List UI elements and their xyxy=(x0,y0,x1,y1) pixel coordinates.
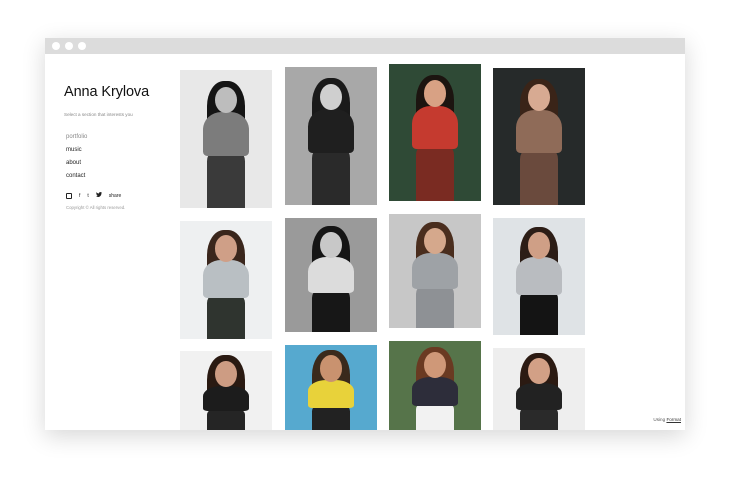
gallery-photo[interactable] xyxy=(493,348,585,430)
gallery-photo[interactable] xyxy=(493,218,585,335)
model-torso xyxy=(203,111,249,156)
model-face xyxy=(423,227,447,255)
gallery-photo[interactable] xyxy=(389,214,481,328)
main-nav: portfolio music about contact xyxy=(64,131,174,183)
window-dot-icon[interactable] xyxy=(65,42,73,50)
gallery-photo[interactable] xyxy=(389,64,481,201)
social-links: f t share xyxy=(66,192,174,199)
gallery-photo[interactable] xyxy=(180,351,272,430)
window-dot-icon[interactable] xyxy=(78,42,86,50)
model-legs xyxy=(311,406,351,430)
model-torso xyxy=(308,256,354,294)
browser-window: Anna Krylova Select a section that inter… xyxy=(45,38,685,430)
model-torso xyxy=(412,252,458,290)
window-dot-icon[interactable] xyxy=(52,42,60,50)
model-torso xyxy=(516,109,562,154)
model-torso xyxy=(203,260,249,299)
model-face xyxy=(319,231,343,259)
gallery-photo[interactable] xyxy=(285,67,377,205)
model-torso xyxy=(308,380,354,408)
model-legs xyxy=(519,150,559,205)
format-link[interactable]: Format xyxy=(666,417,681,422)
nav-item-about[interactable]: about xyxy=(66,157,174,170)
model-face xyxy=(527,232,551,259)
sidebar: Anna Krylova Select a section that inter… xyxy=(64,84,174,210)
model-face xyxy=(423,351,447,379)
copyright-text: Copyright © All rights reserved. xyxy=(66,205,126,210)
model-torso xyxy=(412,105,458,150)
gallery-photo[interactable] xyxy=(285,218,377,332)
model-legs xyxy=(415,403,455,430)
nav-item-portfolio[interactable]: portfolio xyxy=(66,131,174,144)
model-legs xyxy=(206,295,246,339)
model-torso xyxy=(516,383,562,410)
model-legs xyxy=(206,153,246,208)
model-legs xyxy=(519,408,559,430)
model-face xyxy=(214,86,238,114)
gallery-photo[interactable] xyxy=(180,221,272,339)
model-face xyxy=(319,83,343,111)
facebook-icon[interactable]: f xyxy=(79,193,80,199)
site-title[interactable]: Anna Krylova xyxy=(64,84,174,100)
tagline: Select a section that interests you xyxy=(64,112,133,117)
footer-credit: Using Format xyxy=(653,417,681,422)
model-torso xyxy=(412,376,458,406)
model-legs xyxy=(519,292,559,335)
share-link[interactable]: share xyxy=(109,193,122,199)
browser-title-bar xyxy=(45,38,685,54)
model-face xyxy=(527,84,551,111)
gallery-photo[interactable] xyxy=(180,70,272,208)
tumblr-icon[interactable]: t xyxy=(87,193,88,199)
nav-item-music[interactable]: music xyxy=(66,144,174,157)
model-legs xyxy=(206,409,246,430)
footer-using-label: Using xyxy=(653,417,666,422)
model-face xyxy=(214,235,238,262)
model-torso xyxy=(203,385,249,412)
model-legs xyxy=(311,150,351,205)
model-legs xyxy=(311,291,351,332)
model-legs xyxy=(415,287,455,328)
model-legs xyxy=(415,146,455,201)
nav-item-contact[interactable]: contact xyxy=(66,170,174,183)
model-torso xyxy=(516,257,562,295)
model-face xyxy=(214,360,238,388)
model-face xyxy=(423,80,447,107)
gallery-photo[interactable] xyxy=(285,345,377,430)
gallery-photo[interactable] xyxy=(493,68,585,205)
twitter-icon[interactable] xyxy=(95,192,102,199)
instagram-icon[interactable] xyxy=(66,192,72,199)
model-torso xyxy=(308,108,354,153)
model-face xyxy=(319,355,343,382)
gallery-photo[interactable] xyxy=(389,341,481,430)
